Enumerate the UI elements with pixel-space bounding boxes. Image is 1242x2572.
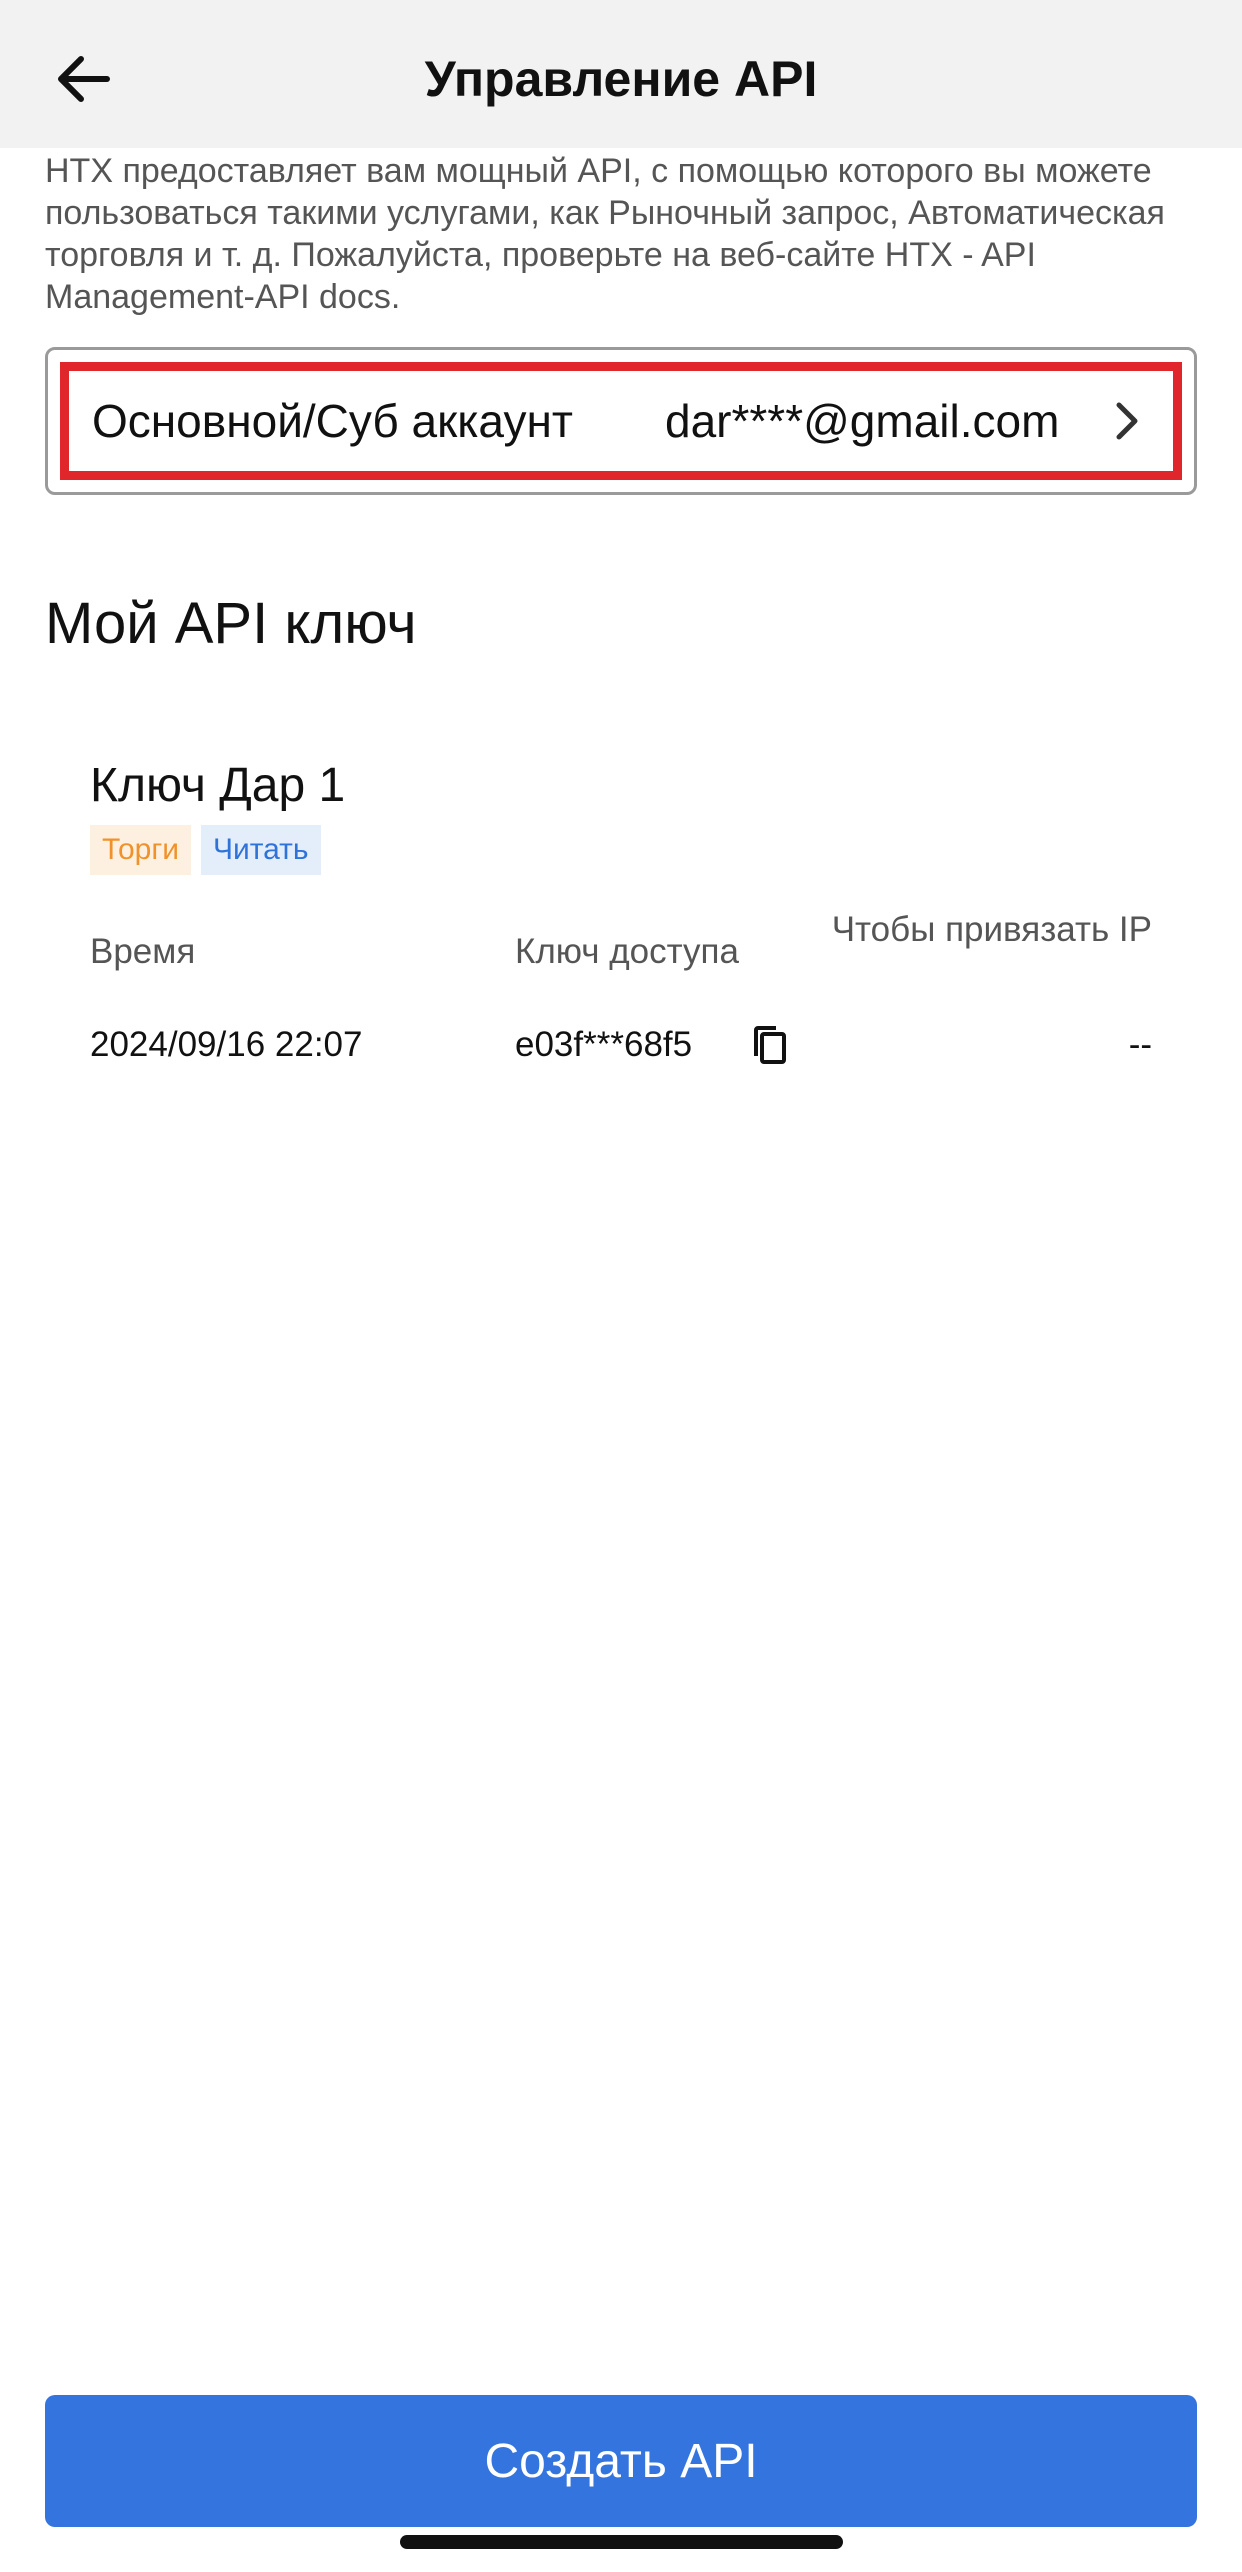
home-indicator: [400, 2535, 843, 2549]
api-key-name: Ключ Дар 1: [90, 759, 346, 812]
create-api-button[interactable]: Создать API: [45, 2395, 1197, 2527]
chevron-right-icon: [1107, 399, 1147, 443]
api-description: HTX предоставляет вам мощный API, с помо…: [45, 152, 1165, 316]
column-header-time: Время: [90, 932, 196, 971]
permission-tag-trade: Торги: [90, 825, 192, 875]
column-header-bind-ip: Чтобы привязать IP: [831, 910, 1152, 949]
permission-tag-read: Читать: [201, 825, 321, 875]
account-label: Основной/Суб аккаунт: [92, 395, 573, 447]
copy-icon[interactable]: [750, 1024, 790, 1068]
page-title: Управление API: [424, 51, 818, 107]
column-header-access-key: Ключ доступа: [515, 932, 739, 971]
account-selector-highlight[interactable]: Основной/Суб аккаунт dar****@gmail.com: [60, 362, 1182, 480]
account-selector[interactable]: Основной/Суб аккаунт dar****@gmail.com: [45, 347, 1197, 495]
api-management-screen: Управление API HTX предоставляет вам мощ…: [0, 0, 1242, 2572]
my-api-keys-heading: Мой API ключ: [45, 591, 417, 656]
account-email: dar****@gmail.com: [665, 395, 1060, 447]
header-bar: Управление API: [0, 0, 1242, 148]
api-bind-ip-value: --: [1128, 1025, 1152, 1064]
api-key-time: 2024/09/16 22:07: [90, 1025, 363, 1064]
api-access-key: e03f***68f5: [515, 1025, 693, 1064]
